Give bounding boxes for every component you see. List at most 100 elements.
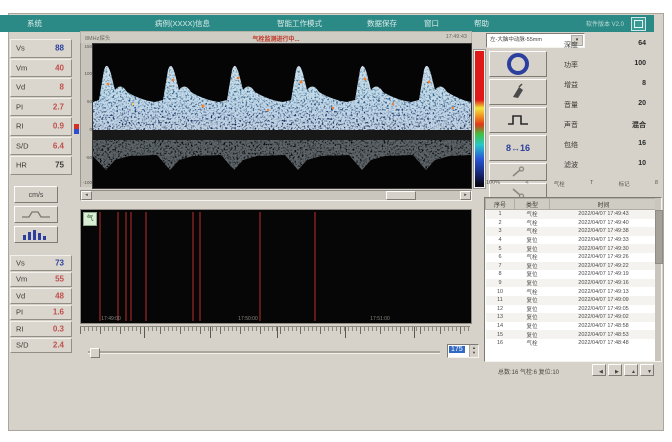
event-trend-chart[interactable]: 气 17:49:00 17:50:00 17:51:00 <box>80 209 472 324</box>
table-row[interactable]: 4复位2022/04/07 17:49:33 <box>486 236 658 245</box>
table-row[interactable]: 13复位2022/04/07 17:49:02 <box>486 313 658 322</box>
vessel-combo-value: 左-大脑中动脉-55mm <box>490 37 542 43</box>
col-no[interactable]: 序号 <box>486 199 515 210</box>
pager-buttons: ◀▶▲▼ <box>592 364 660 376</box>
sweep-length-spinner[interactable]: 175 ▲▼ <box>447 344 479 358</box>
param-sound: 声音混合 <box>560 119 656 133</box>
param-value: 64 <box>638 40 646 47</box>
spectrum-scrollbar[interactable]: ◂ ▸ <box>80 190 472 201</box>
menu-item-patient[interactable]: 病例(XXXX)信息 <box>155 18 210 29</box>
tool-button-1[interactable] <box>489 163 547 181</box>
status-item: < <box>525 180 528 190</box>
table-row[interactable]: 5复位2022/04/07 17:49:30 <box>486 244 658 253</box>
time-ruler <box>80 326 470 341</box>
gain-knob-button[interactable] <box>489 51 547 77</box>
probe-label: 8MHz探头 <box>85 34 110 42</box>
table-scrollbar[interactable] <box>655 198 661 361</box>
table-row[interactable]: 8复位2022/04/07 17:49:19 <box>486 270 658 279</box>
value-row-sd: S/D 2.4 <box>10 338 72 354</box>
baseline-marker-blue[interactable] <box>74 129 79 134</box>
window-icon[interactable] <box>631 17 646 31</box>
pager-button[interactable]: ▲ <box>624 364 638 376</box>
sd-label: S/D <box>16 341 29 350</box>
table-row[interactable]: 2气栓2022/04/07 17:49:40 <box>486 219 658 228</box>
big-tick <box>210 327 211 338</box>
param-label: 深度 <box>564 40 578 50</box>
value-row-vs: Vs73 <box>10 255 72 271</box>
slider-track[interactable] <box>88 351 440 354</box>
table-row[interactable]: 7复位2022/04/07 17:49:22 <box>486 262 658 271</box>
pulse-mode-button[interactable] <box>489 107 547 133</box>
pager-button[interactable]: ▶ <box>608 364 622 376</box>
knob-icon <box>507 53 529 75</box>
spectrogram-image <box>93 44 471 188</box>
table-row[interactable]: 9复位2022/04/07 17:49:16 <box>486 279 658 288</box>
pi-label: PI <box>16 102 23 111</box>
table-row[interactable]: 15复位2022/04/07 17:48:53 <box>486 330 658 339</box>
value-row-vm: Vm40 <box>10 59 72 78</box>
depth-toggle-button[interactable]: 8↔16 <box>489 135 547 161</box>
table-row[interactable]: 11复位2022/04/07 17:49:09 <box>486 296 658 305</box>
table-row[interactable]: 6气栓2022/04/07 17:49:26 <box>486 253 658 262</box>
table-header-row: 序号 类型 时间 <box>486 199 658 210</box>
doppler-spectrogram[interactable] <box>92 43 472 189</box>
param-label: 音量 <box>564 100 578 110</box>
table-row[interactable]: 10气栓2022/04/07 17:49:13 <box>486 287 658 296</box>
param-value: 20 <box>638 100 646 107</box>
table-row[interactable]: 1气栓2022/04/07 17:49:43 <box>486 210 658 219</box>
col-time[interactable]: 时间 <box>550 199 658 210</box>
param-label: 滤波 <box>564 160 578 170</box>
menu-item-save[interactable]: 数据保存 <box>367 18 397 29</box>
menu-item-window[interactable]: 窗口 <box>424 18 439 29</box>
menu-item-system[interactable]: 系统 <box>27 18 42 29</box>
slider-thumb[interactable] <box>90 348 100 358</box>
vd-value: 8 <box>60 83 64 92</box>
measure-panel-trend: Vs73 Vm55 Vd48 PI1.6 RI0.3 S/D2.4 <box>10 255 72 354</box>
probe-button[interactable] <box>489 79 547 105</box>
histogram-button[interactable] <box>14 226 58 243</box>
color-gradient <box>475 51 484 187</box>
menu-item-mode[interactable]: 智能工作模式 <box>277 18 322 29</box>
value-row-hr: HR75 <box>10 156 72 175</box>
param-label: 功率 <box>564 60 578 70</box>
status-item: 标记 <box>619 180 630 190</box>
scroll-left-icon[interactable]: ◂ <box>81 191 92 200</box>
ri-label: RI <box>16 122 24 131</box>
ri-value: 0.9 <box>53 122 64 131</box>
param-envelope: 包络 16 <box>560 139 656 153</box>
table-row[interactable]: 16气栓2022/04/07 17:48:48 <box>486 339 658 348</box>
time-label: 17:49:00 <box>101 316 120 322</box>
scroll-right-icon[interactable]: ▸ <box>460 191 471 200</box>
screen: { "menu": { "items": [ {"label": "系统"}, … <box>0 0 672 442</box>
probe-icon <box>509 83 527 101</box>
histogram-icon <box>21 229 47 240</box>
spin-down-icon[interactable]: ▼ <box>472 350 476 355</box>
sweep-display-button[interactable] <box>14 206 58 223</box>
pager-button[interactable]: ▼ <box>640 364 654 376</box>
table-row[interactable]: 12复位2022/04/07 17:49:05 <box>486 305 658 314</box>
table-row[interactable]: 14复位2022/04/07 17:48:58 <box>486 322 658 331</box>
param-label: 包络 <box>564 140 578 150</box>
spinner-arrows[interactable]: ▲▼ <box>469 345 478 357</box>
pager-button[interactable]: ◀ <box>592 364 606 376</box>
sd-value: 2.4 <box>53 341 64 350</box>
param-value: 16 <box>638 140 646 147</box>
table-scroll-thumb[interactable] <box>655 210 663 264</box>
table-row[interactable]: 3气栓2022/04/07 17:49:38 <box>486 227 658 236</box>
vs-label: Vs <box>16 258 25 267</box>
unit-toggle-button[interactable]: cm/s <box>14 186 58 203</box>
timeline-slider[interactable] <box>88 348 440 356</box>
vm-value: 55 <box>55 275 64 284</box>
param-label: 声音 <box>564 120 578 130</box>
menu-item-help[interactable]: 帮助 <box>474 18 489 29</box>
col-type[interactable]: 类型 <box>515 199 550 210</box>
param-power: 功率100 <box>560 59 656 73</box>
value-row-pi: PI1.6 <box>10 305 72 321</box>
spinner-value[interactable]: 175 <box>449 346 465 353</box>
spectrum-scroll-thumb[interactable] <box>386 191 416 200</box>
version-text: 软件版本 V2.0 <box>586 19 624 28</box>
sd-label: S/D <box>16 141 29 150</box>
sd-value: 6.4 <box>53 141 64 150</box>
color-scale-bar <box>473 49 486 189</box>
ytick: -100 <box>83 180 92 185</box>
